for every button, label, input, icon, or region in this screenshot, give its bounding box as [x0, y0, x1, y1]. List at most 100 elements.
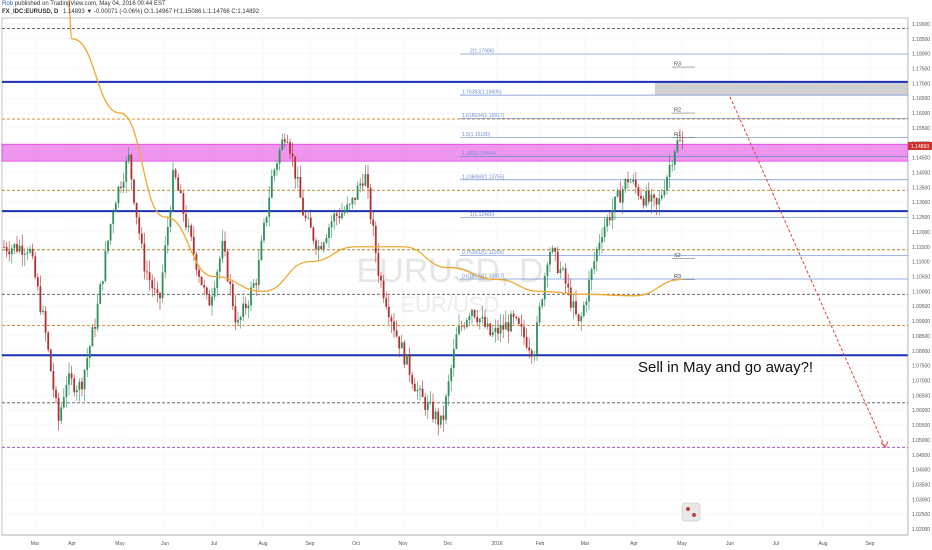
candle-body [200, 276, 203, 286]
candle-body [257, 259, 260, 285]
candle-body [86, 358, 89, 370]
time-tick-label: Feb [536, 541, 545, 547]
candle-body [5, 246, 8, 252]
candle-body [60, 407, 63, 421]
candle-body [203, 285, 206, 288]
candle-body [411, 374, 414, 384]
candle-body [603, 226, 606, 238]
candle-body [36, 277, 39, 287]
price-chart[interactable]: EURUSD, DEUR/USD2(1.17986)1.76393(1.1660… [0, 0, 932, 550]
candle-body [351, 197, 354, 205]
candle-body [312, 227, 315, 241]
candle-body [140, 233, 143, 244]
candle-body [117, 186, 120, 204]
candle-body [130, 154, 133, 180]
candle-body [413, 383, 416, 392]
candle-body [161, 272, 164, 299]
candle-body [356, 185, 359, 200]
candle-body [377, 252, 380, 276]
candle-body [283, 139, 286, 143]
candle-body [679, 140, 681, 142]
candle-body [216, 271, 219, 288]
candle-body [281, 139, 284, 150]
candle-body [559, 269, 562, 273]
price-tick-label: 1.02500 [912, 512, 930, 518]
time-tick-label: May [115, 541, 125, 547]
candle-body [476, 316, 479, 323]
candle-body [585, 301, 588, 306]
candle-body [242, 303, 245, 318]
candle-body [400, 342, 403, 349]
time-tick-label: Nov [399, 541, 408, 547]
candle-body [575, 301, 577, 315]
candle-body [478, 318, 481, 323]
candle-body [328, 227, 330, 239]
candle-body [221, 240, 224, 259]
candle-body [593, 261, 596, 270]
candle-body [549, 252, 551, 265]
candle-body [296, 176, 299, 179]
candle-body [218, 258, 221, 272]
candle-body [83, 369, 86, 390]
candle-body [614, 196, 616, 210]
candle-body [385, 298, 388, 307]
candle-body [608, 217, 611, 221]
candle-body [598, 242, 601, 249]
candle-body [96, 303, 99, 329]
candle-body [234, 306, 237, 323]
candle-body [452, 348, 455, 369]
candle-body [304, 215, 307, 218]
candle-body [653, 194, 655, 199]
publisher-name[interactable]: Rob [2, 1, 13, 7]
candle-body [473, 310, 476, 317]
price-tick-label: 1.15500 [912, 126, 930, 132]
pivot-label: R2 [674, 108, 681, 114]
candle-body [541, 299, 544, 307]
candle-body [244, 303, 247, 309]
candle-body [148, 272, 151, 281]
candle-body [18, 245, 21, 252]
candle-body [510, 313, 512, 332]
candle-body [374, 225, 377, 253]
candle-body [484, 316, 486, 327]
candle-body [187, 225, 190, 228]
candle-body [562, 268, 564, 270]
candle-body [619, 190, 622, 203]
candle-body [499, 324, 502, 334]
candle-body [127, 154, 130, 161]
candle-body [408, 354, 411, 375]
candle-body [642, 198, 645, 206]
price-tick-label: 1.05500 [912, 423, 930, 429]
candle-body [434, 411, 437, 420]
candle-body [23, 253, 26, 255]
price-tick-label: 1.10500 [912, 275, 930, 281]
candle-body [10, 248, 13, 255]
candle-body [31, 248, 34, 257]
candle-body [229, 281, 232, 285]
candle-body [289, 142, 291, 154]
candle-body [322, 242, 325, 249]
publish-info: Rob published on TradingView.com, May 04… [2, 1, 166, 7]
candle-body [205, 287, 208, 295]
candle-body [580, 316, 583, 322]
candle-body [658, 198, 661, 205]
price-tick-label: 1.14500 [912, 156, 930, 162]
candle-body [52, 371, 55, 390]
candle-body [645, 190, 648, 206]
candle-body [624, 179, 627, 190]
candle-body [341, 213, 343, 219]
candle-body [88, 346, 91, 359]
current-price-label: 1.14893 [911, 144, 929, 150]
tradingview-logo-icon [681, 502, 701, 522]
candle-body [333, 213, 336, 222]
candle-body [507, 322, 510, 332]
time-tick-label: Dec [444, 541, 453, 547]
candle-body [629, 181, 632, 183]
time-tick-label: Aug [259, 541, 268, 547]
candle-body [361, 183, 364, 186]
price-tick-label: 1.18000 [912, 52, 930, 58]
price-tick-label: 1.08000 [912, 349, 930, 355]
price-tick-label: 1.11500 [912, 245, 930, 251]
time-tick-label: Jun [161, 541, 169, 547]
candle-body [439, 415, 442, 425]
